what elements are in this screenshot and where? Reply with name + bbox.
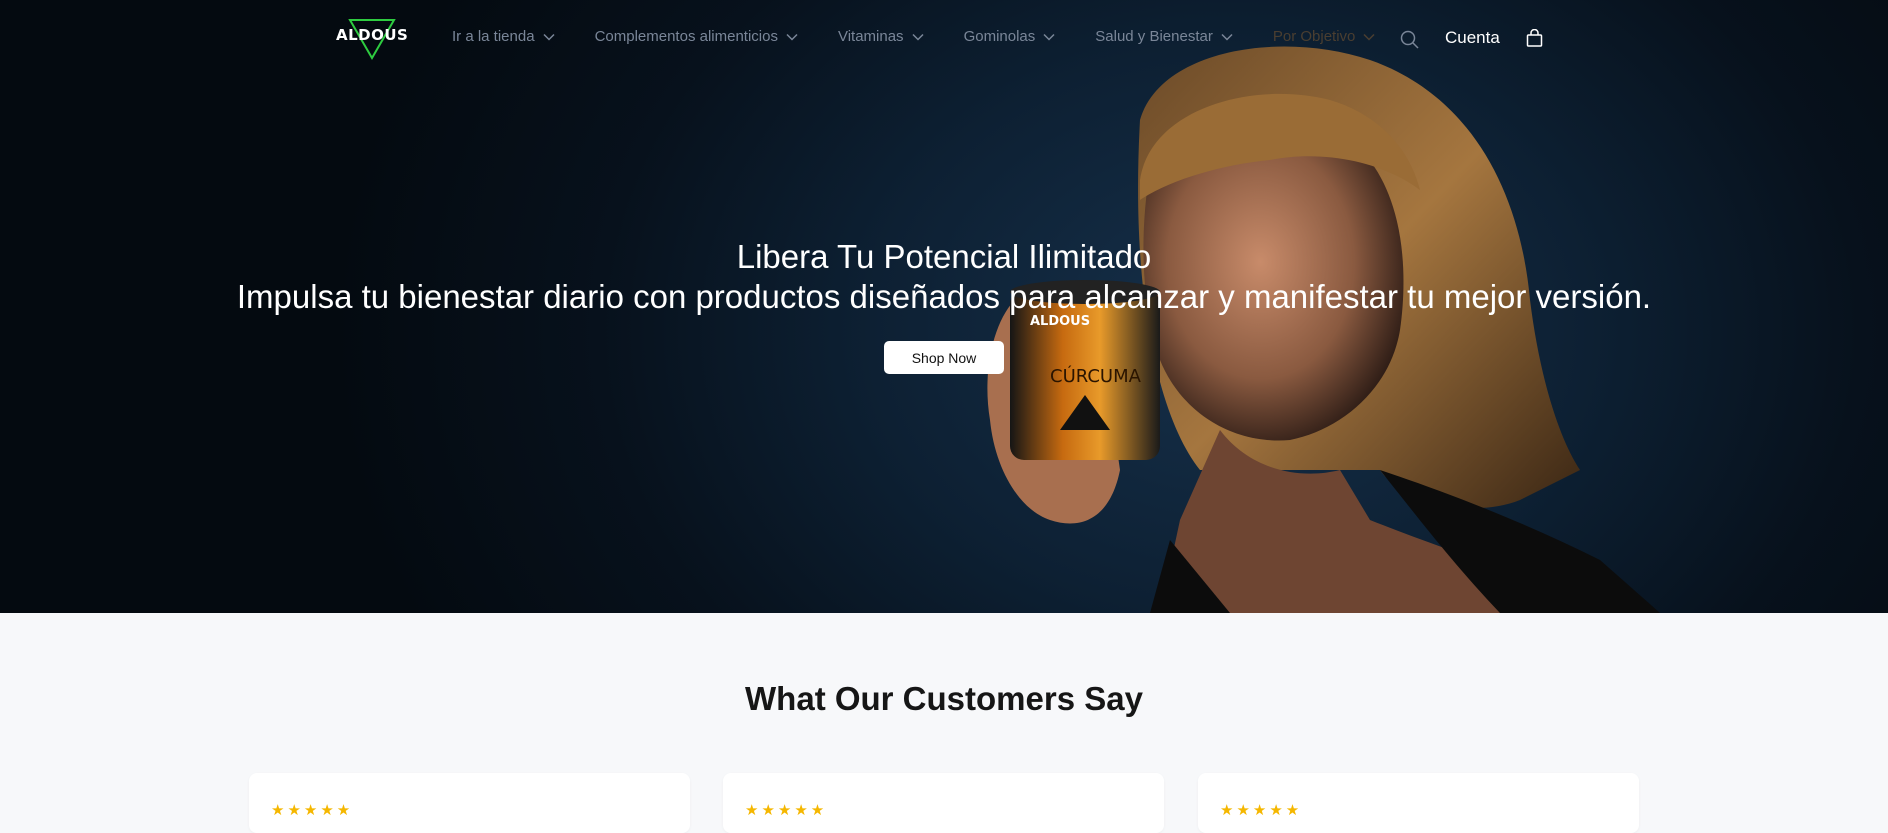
main-nav: ALDOUS Ir a la tienda Complementos alime… [0,0,1888,78]
shop-now-button[interactable]: Shop Now [884,341,1004,374]
nav-item-label: Vitaminas [837,28,904,45]
chevron-down-icon [1221,33,1233,41]
nav-item-objetivo[interactable]: Por Objetivo [1273,28,1376,45]
nav-item-label: Gominolas [963,28,1036,45]
nav-item-gominolas[interactable]: Gominolas [964,28,1056,45]
search-icon[interactable] [1400,30,1419,49]
rating-stars: ★★★★★ [745,802,828,819]
testimonial-card: ★★★★★ [1198,773,1639,833]
nav-item-label: Salud y Bienestar [1095,28,1213,45]
chevron-down-icon [1363,33,1375,41]
chevron-down-icon [912,33,924,41]
hero-title: Libera Tu Potencial Ilimitado [736,238,1152,275]
hero-section: ALDOUS CÚRCUMA ALDOUS Ir a la tienda Com… [0,0,1888,613]
testimonials-title: What Our Customers Say [745,680,1143,717]
can-product-text: CÚRCUMA [1050,365,1142,387]
nav-item-label: Complementos alimenticios [594,28,778,45]
testimonials-section: What Our Customers Say ★★★★★ ★★★★★ ★★★★★ [0,613,1888,833]
account-link[interactable]: Cuenta [1445,28,1500,48]
rating-stars: ★★★★★ [271,802,354,819]
testimonial-card: ★★★★★ [249,773,690,833]
chevron-down-icon [543,33,555,41]
shopping-bag-icon[interactable] [1526,29,1543,47]
nav-item-tienda[interactable]: Ir a la tienda [452,28,555,45]
nav-item-vitaminas[interactable]: Vitaminas [838,28,924,45]
nav-menu: Ir a la tienda Complementos alimenticios… [452,28,1415,45]
logo-text: ALDOUS [336,26,409,44]
logo[interactable]: ALDOUS [336,18,408,60]
testimonial-card: ★★★★★ [723,773,1164,833]
chevron-down-icon [786,33,798,41]
nav-item-label: Por Objetivo [1272,28,1356,45]
hero-subtitle: Impulsa tu bienestar diario con producto… [236,278,1652,315]
nav-item-complementos[interactable]: Complementos alimenticios [595,28,798,45]
chevron-down-icon [1043,33,1055,41]
nav-item-salud[interactable]: Salud y Bienestar [1095,28,1233,45]
rating-stars: ★★★★★ [1220,802,1303,819]
nav-item-label: Ir a la tienda [452,28,535,45]
